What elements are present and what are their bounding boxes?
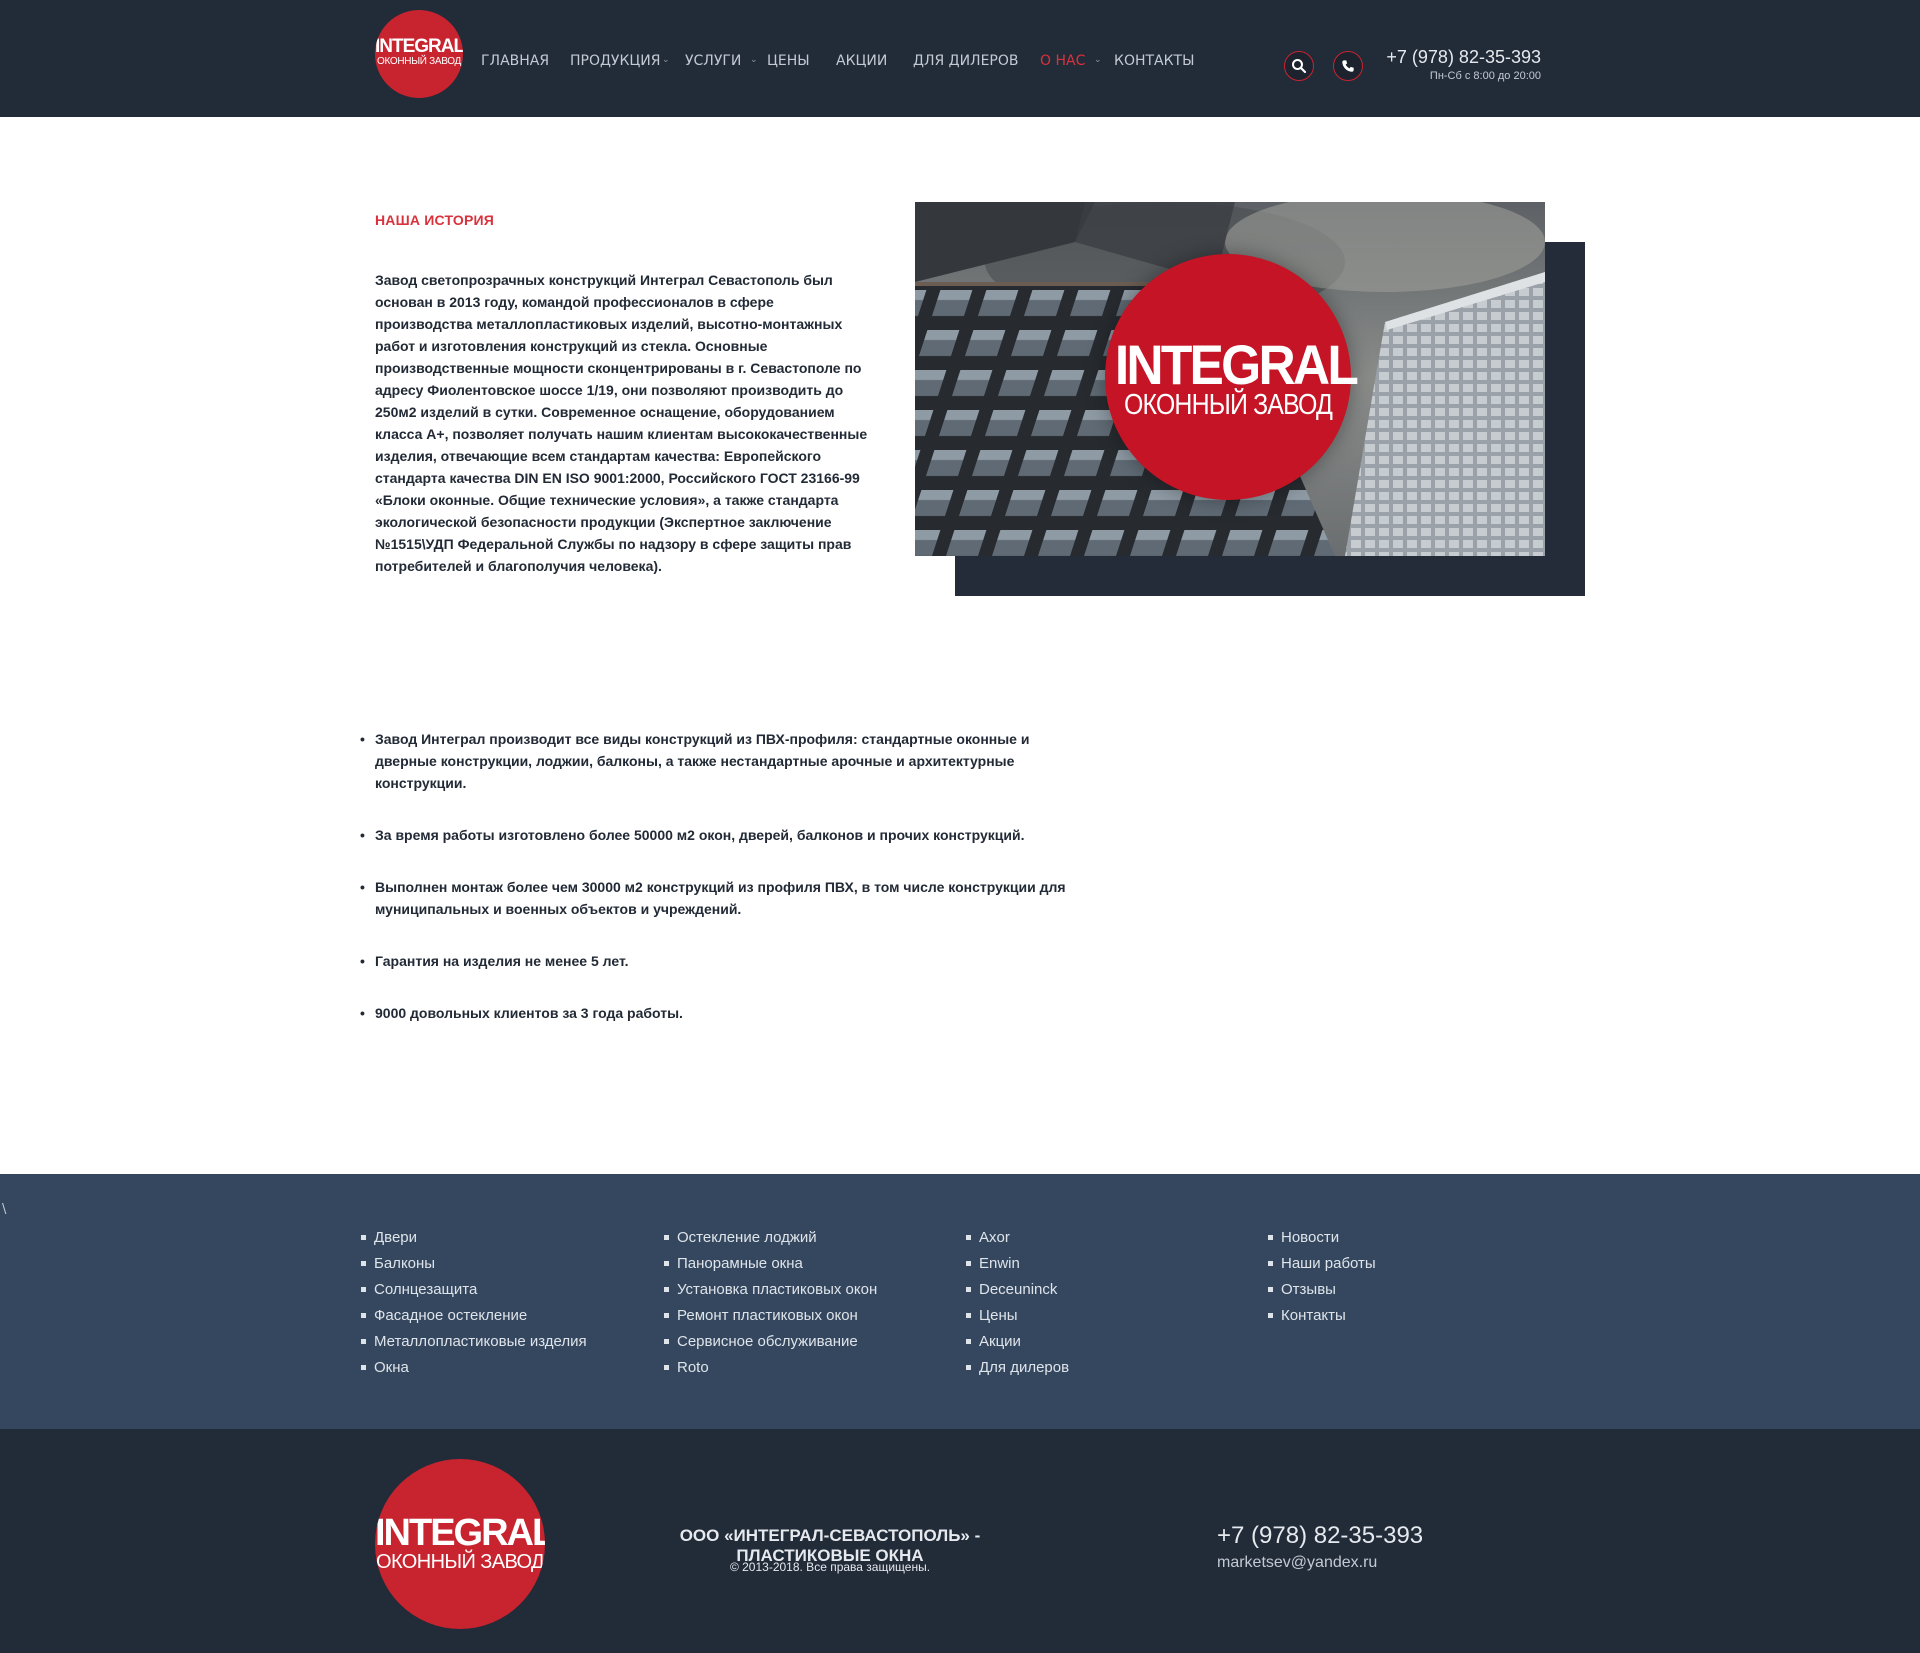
list-item: Выполнен монтаж более чем 30000 м2 конст… — [360, 876, 1080, 920]
footer-link[interactable]: Enwin — [965, 1251, 1069, 1277]
footer-link[interactable]: Акции — [965, 1329, 1069, 1355]
footer-logo-text-sub: ОКОННЫЙ ЗАВОД — [375, 1551, 545, 1573]
chevron-down-icon[interactable]: ⌄ — [750, 55, 758, 65]
footer-column-company: Новости Наши работы Отзывы Контакты — [1267, 1225, 1376, 1329]
footer-column-products: Двери Балконы Солнцезащита Фасадное осте… — [360, 1225, 587, 1381]
nav-item-products[interactable]: ПРОДУКЦИЯ — [570, 53, 660, 69]
footer-link[interactable]: Roto — [663, 1355, 877, 1381]
footer-link[interactable]: Для дилеров — [965, 1355, 1069, 1381]
footer-link[interactable]: Axor — [965, 1225, 1069, 1251]
chevron-down-icon[interactable]: ⌄ — [662, 55, 670, 65]
footer-link[interactable]: Остекление лоджий — [663, 1225, 877, 1251]
logo-text-sub: ОКОННЫЙ ЗАВОД — [376, 56, 461, 67]
nav-item-dealers[interactable]: ДЛЯ ДИЛЕРОВ — [913, 53, 1019, 69]
footer-link[interactable]: Панорамные окна — [663, 1251, 877, 1277]
stray-char: \ — [2, 1202, 7, 1217]
logo-text-main: INTEGRAL — [375, 36, 463, 57]
list-item: Завод Интеграл производит все виды конст… — [360, 728, 1080, 794]
header-phone[interactable]: +7 (978) 82-35-393 — [1383, 47, 1541, 68]
footer-link[interactable]: Сервисное обслуживание — [663, 1329, 877, 1355]
nav-item-contacts[interactable]: КОНТАКТЫ — [1114, 53, 1194, 69]
list-item: За время работы изготовлено более 50000 … — [360, 824, 1080, 846]
footer-link[interactable]: Металлопластиковые изделия — [360, 1329, 587, 1355]
footer-link[interactable]: Новости — [1267, 1225, 1376, 1251]
search-icon — [1292, 59, 1307, 74]
search-button[interactable] — [1284, 51, 1314, 81]
footer-link[interactable]: Ремонт пластиковых окон — [663, 1303, 877, 1329]
nav-item-home[interactable]: ГЛАВНАЯ — [481, 53, 549, 69]
footer-link[interactable]: Установка пластиковых окон — [663, 1277, 877, 1303]
footer-column-brands: Axor Enwin Deceuninck Цены Акции Для дил… — [965, 1225, 1069, 1381]
footer-email[interactable]: marketsev@yandex.ru — [1217, 1554, 1377, 1572]
section-title: НАША ИСТОРИЯ — [375, 212, 495, 228]
footer-link[interactable]: Наши работы — [1267, 1251, 1376, 1277]
hero-logo-text-sub: ОКОННЫЙ ЗАВОД — [1123, 389, 1333, 421]
logo[interactable]: INTEGRAL ОКОННЫЙ ЗАВОД — [375, 10, 463, 98]
call-button[interactable] — [1333, 51, 1363, 81]
facts-list: Завод Интеграл производит все виды конст… — [360, 728, 1080, 1054]
hero-logo-text-main: INTEGRAL — [1114, 333, 1359, 396]
footer-link[interactable]: Солнцезащита — [360, 1277, 587, 1303]
footer-phone[interactable]: +7 (978) 82-35-393 — [1217, 1522, 1423, 1550]
copyright: © 2013-2018. Все права защищены. — [729, 1560, 931, 1574]
site-footer: INTEGRAL ОКОННЫЙ ЗАВОД ООО «ИНТЕГРАЛ-СЕВ… — [0, 1429, 1920, 1653]
footer-link[interactable]: Окна — [360, 1355, 587, 1381]
nav-item-services[interactable]: УСЛУГИ — [685, 53, 741, 69]
site-header: INTEGRAL ОКОННЫЙ ЗАВОД ГЛАВНАЯ ПРОДУКЦИЯ… — [0, 0, 1920, 117]
nav-item-prices[interactable]: ЦЕНЫ — [767, 53, 810, 69]
footer-link[interactable]: Отзывы — [1267, 1277, 1376, 1303]
footer-logo-text-main: INTEGRAL — [375, 1512, 545, 1554]
list-item: Гарантия на изделия не менее 5 лет. — [360, 950, 1080, 972]
nav-item-about[interactable]: О НАС — [1040, 53, 1085, 69]
footer-link[interactable]: Контакты — [1267, 1303, 1376, 1329]
footer-links-section: \ Двери Балконы Солнцезащита Фасадное ос… — [0, 1174, 1920, 1429]
footer-link[interactable]: Балконы — [360, 1251, 587, 1277]
list-item: 9000 довольных клиентов за 3 года работы… — [360, 1002, 1080, 1024]
nav-item-promotions[interactable]: АКЦИИ — [836, 53, 887, 69]
hero-logo-badge: INTEGRAL ОКОННЫЙ ЗАВОД — [1105, 254, 1359, 500]
phone-icon — [1342, 60, 1354, 72]
footer-link[interactable]: Цены — [965, 1303, 1069, 1329]
header-hours: Пн-Сб с 8:00 до 20:00 — [1429, 70, 1541, 82]
footer-link[interactable]: Фасадное остекление — [360, 1303, 587, 1329]
footer-logo[interactable]: INTEGRAL ОКОННЫЙ ЗАВОД — [375, 1459, 545, 1629]
history-text: Завод светопрозрачных конструкций Интегр… — [375, 272, 868, 574]
footer-column-services: Остекление лоджий Панорамные окна Устано… — [663, 1225, 877, 1381]
chevron-down-icon[interactable]: ⌄ — [1094, 55, 1102, 65]
footer-link[interactable]: Deceuninck — [965, 1277, 1069, 1303]
footer-link[interactable]: Двери — [360, 1225, 587, 1251]
